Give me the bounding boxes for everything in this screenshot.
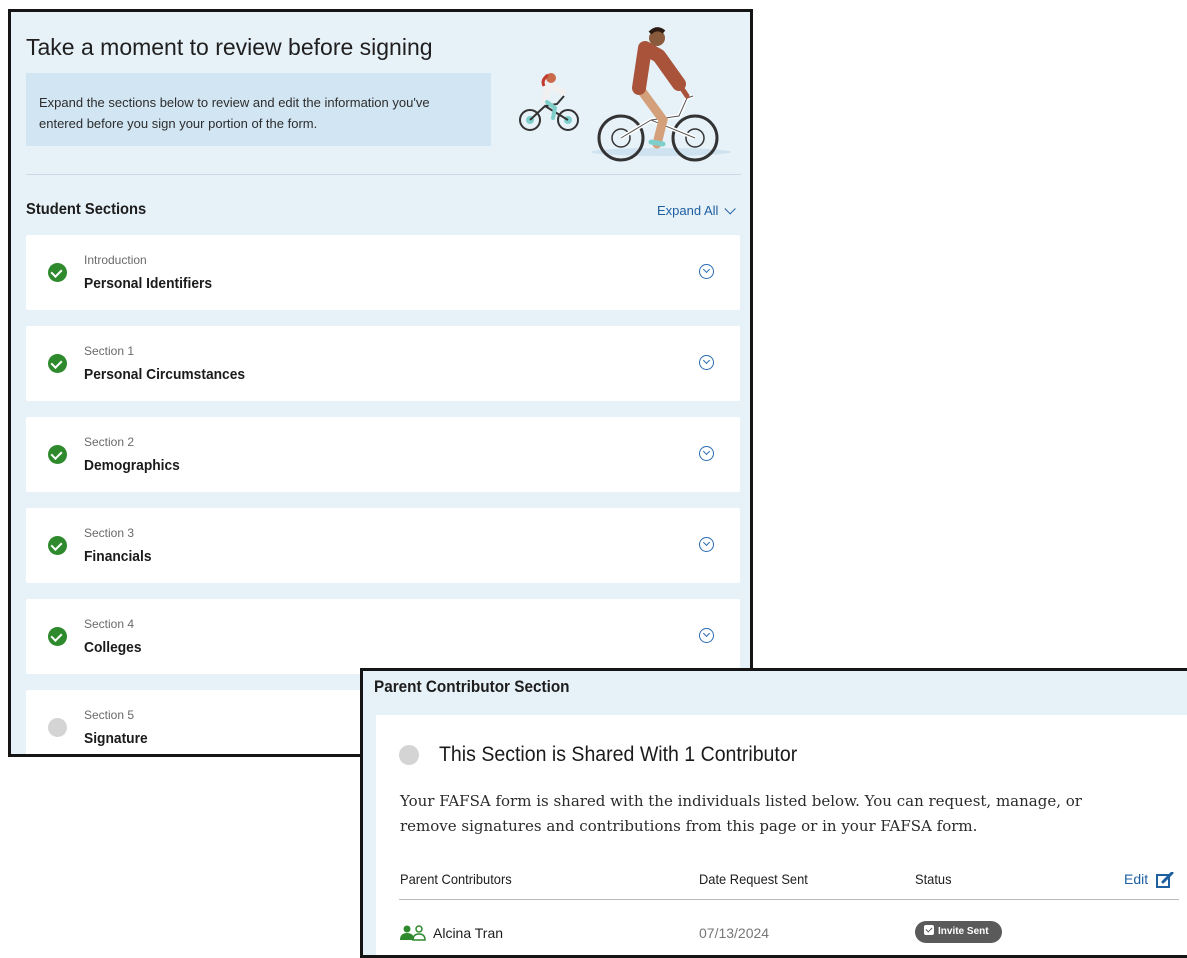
expand-circle-icon[interactable] xyxy=(699,537,714,552)
page-title: Take a moment to review before signing xyxy=(26,34,433,60)
section-card-financials[interactable]: Section 3 Financials xyxy=(26,508,740,583)
description-line-2: remove signatures and contributions from… xyxy=(400,817,978,835)
check-circle-icon xyxy=(48,445,67,464)
shared-section-title: This Section is Shared With 1 Contributo… xyxy=(439,743,798,766)
edit-label: Edit xyxy=(1124,871,1149,887)
status-badge: Invite Sent xyxy=(915,921,1002,943)
section-label: Section 5 xyxy=(84,708,135,722)
section-label: Section 4 xyxy=(84,617,135,631)
section-name: Demographics xyxy=(84,457,180,474)
edit-button[interactable]: Edit xyxy=(1124,871,1174,889)
expand-circle-icon[interactable] xyxy=(699,355,714,370)
contributors-icon xyxy=(400,925,426,941)
check-circle-icon xyxy=(48,354,67,373)
section-label: Introduction xyxy=(84,253,147,267)
check-circle-icon xyxy=(48,263,67,282)
section-name: Signature xyxy=(84,730,148,747)
shared-section-description: Your FAFSA form is shared with the indiv… xyxy=(400,789,1120,839)
header-divider xyxy=(26,174,741,175)
column-header-date: Date Request Sent xyxy=(699,871,808,887)
column-header-contributors: Parent Contributors xyxy=(400,871,512,887)
expand-circle-icon[interactable] xyxy=(699,264,714,279)
section-name: Personal Identifiers xyxy=(84,275,213,292)
intro-box: Expand the sections below to review and … xyxy=(26,73,491,146)
contributor-name: Alcina Tran xyxy=(433,925,504,941)
expand-all-button[interactable]: Expand All xyxy=(657,203,737,218)
column-header-status: Status xyxy=(915,871,952,887)
expand-all-label: Expand All xyxy=(657,203,719,218)
check-circle-icon xyxy=(48,536,67,555)
chevron-down-icon xyxy=(724,203,737,215)
description-line-1: Your FAFSA form is shared with the indiv… xyxy=(400,792,1082,810)
section-name: Financials xyxy=(84,548,152,565)
incomplete-circle-icon xyxy=(48,718,67,737)
parent-contributor-panel: Parent Contributor Section This Section … xyxy=(360,668,1187,958)
incomplete-circle-icon xyxy=(399,745,419,765)
status-badge-label: Invite Sent xyxy=(938,926,989,937)
parent-section-heading: Parent Contributor Section xyxy=(374,677,570,696)
request-date: 07/13/2024 xyxy=(699,925,770,941)
section-card-personal-identifiers[interactable]: Introduction Personal Identifiers xyxy=(26,235,740,310)
section-name: Personal Circumstances xyxy=(84,366,246,383)
student-review-panel: Take a moment to review before signing E… xyxy=(8,9,753,757)
expand-circle-icon[interactable] xyxy=(699,446,714,461)
section-label: Section 3 xyxy=(84,526,135,540)
check-circle-icon xyxy=(48,627,67,646)
section-label: Section 2 xyxy=(84,435,135,449)
section-name: Colleges xyxy=(84,639,142,656)
checkbox-icon xyxy=(924,925,934,935)
section-card-colleges[interactable]: Section 4 Colleges xyxy=(26,599,740,674)
edit-icon xyxy=(1156,872,1174,889)
student-sections-heading: Student Sections xyxy=(26,201,147,218)
shared-section-card: This Section is Shared With 1 Contributo… xyxy=(376,715,1187,955)
section-label: Section 1 xyxy=(84,344,135,358)
intro-text-line-2: entered before you sign your portion of … xyxy=(39,116,318,131)
intro-text-line-1: Expand the sections below to review and … xyxy=(39,95,430,110)
section-card-personal-circumstances[interactable]: Section 1 Personal Circumstances xyxy=(26,326,740,401)
table-header-divider xyxy=(399,899,1179,900)
cyclists-illustration xyxy=(519,27,731,162)
section-card-demographics[interactable]: Section 2 Demographics xyxy=(26,417,740,492)
expand-circle-icon[interactable] xyxy=(699,628,714,643)
